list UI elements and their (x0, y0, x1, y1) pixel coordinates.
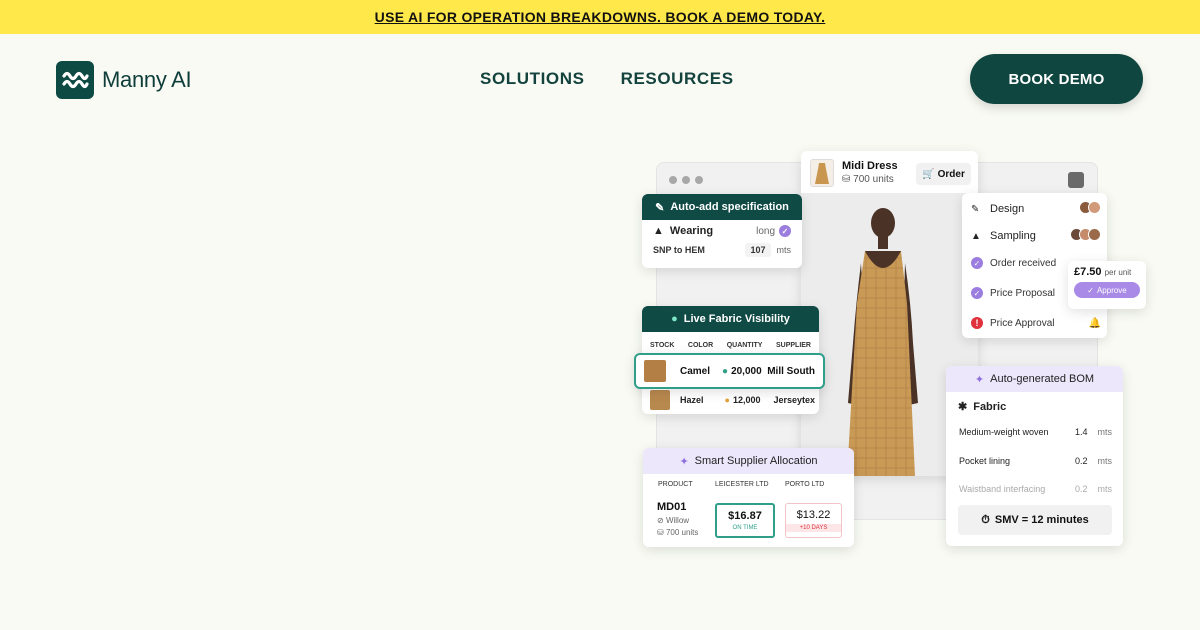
sparkle-icon: ✦ (974, 373, 985, 386)
smv-badge: ⏱ SMV = 12 minutes (958, 505, 1112, 535)
sparkle-icon: ✦ (679, 455, 689, 468)
status-item: ✓ Order received (971, 257, 1056, 269)
measure-label: SNP to HEM (653, 245, 705, 255)
pencil-icon: ✎ (655, 201, 665, 214)
status-item: ✓ Price Proposal (971, 287, 1055, 299)
dress-icon: ▲ (653, 225, 664, 237)
pencil-icon: ✎ (971, 203, 980, 215)
dress-icon: ▲ (971, 230, 981, 242)
allocation-column: PRODUCT (658, 481, 693, 488)
avatar-group (1070, 228, 1101, 244)
supplier-offer-selected[interactable]: $16.87 ON TIME (715, 503, 775, 538)
product-code: MD01 (657, 501, 687, 513)
alert-icon: ! (971, 317, 983, 329)
fabric-visibility-header: ● Live Fabric Visibility (642, 306, 819, 332)
allocation-column: LEICESTER LTD (715, 481, 769, 488)
avatar-group (1079, 201, 1101, 217)
window-dots (669, 176, 703, 184)
product-name: Midi Dress (842, 160, 898, 172)
product-style: ⊘ Willow (657, 516, 690, 525)
fabric-swatch (644, 360, 666, 382)
spec-fit: long (756, 225, 775, 237)
grid-icon (1068, 172, 1084, 188)
bom-header: ✦ Auto-generated BOM (946, 366, 1123, 392)
specification-card: ✎ Auto-add specification ▲ Wearing long ✓… (642, 194, 802, 268)
cart-icon: 🛒 (922, 168, 935, 180)
fabric-swatch (650, 390, 670, 410)
workflow-step[interactable]: ▲ Sampling (971, 228, 1101, 244)
price-per: per unit (1104, 268, 1132, 277)
check-icon: ✓ (779, 225, 791, 237)
measure-value: 107 (745, 243, 771, 257)
product-units: ⛁ 700 units (842, 174, 894, 185)
spec-item: Wearing (669, 225, 714, 237)
check-icon: ✓ (971, 257, 983, 269)
bom-row: Pocket lining 0.2 mts (959, 456, 1112, 466)
specification-header: ✎ Auto-add specification (642, 194, 802, 220)
table-row[interactable]: Hazel ● 12,000 Jerseytex (650, 390, 815, 410)
bom-row: Waistband interfacing 0.2 mts (959, 484, 1112, 494)
bom-row: Medium-weight woven 1.4 mts (959, 427, 1112, 437)
bell-icon: 🔔 (1088, 317, 1101, 329)
live-dot-icon: ● (671, 313, 678, 325)
table-row-selected[interactable]: Camel ● 20,000 Mill South (634, 353, 825, 389)
check-icon: ✓ (971, 287, 983, 299)
timer-icon: ⏱ (981, 513, 990, 526)
allocation-header: ✦ Smart Supplier Allocation (643, 448, 854, 474)
price-popup: £7.50 per unit ✓ Approve (1068, 261, 1146, 309)
order-button[interactable]: 🛒 Order (916, 163, 971, 185)
workflow-step[interactable]: ✎ Design (971, 201, 1101, 217)
fabric-icon: ✱ (958, 401, 968, 413)
measure-unit: mts (776, 245, 792, 255)
product-units: ⛁ 700 units (657, 528, 699, 537)
bom-section: Fabric (973, 400, 1007, 413)
allocation-column: PORTO LTD (785, 481, 825, 488)
bom-card: ✦ Auto-generated BOM ✱ Fabric Medium-weigh… (946, 366, 1123, 546)
product-illustration: Midi Dress ⛁ 700 units 🛒 Order ✎ Auto-ad… (0, 0, 1200, 630)
approve-button[interactable]: ✓ Approve (1074, 282, 1140, 298)
status-item: ! Price Approval 🔔 (971, 317, 1101, 329)
allocation-card: ✦ Smart Supplier Allocation PRODUCT LEICE… (643, 448, 854, 547)
supplier-offer[interactable]: $13.22 +10 DAYS (785, 503, 842, 538)
check-icon: ✓ (1087, 285, 1094, 295)
fabric-table-header: STOCK COLOR QUANTITY SUPPLIER (650, 342, 811, 349)
unit-price: £7.50 (1074, 266, 1102, 278)
dress-thumbnail (810, 159, 834, 187)
